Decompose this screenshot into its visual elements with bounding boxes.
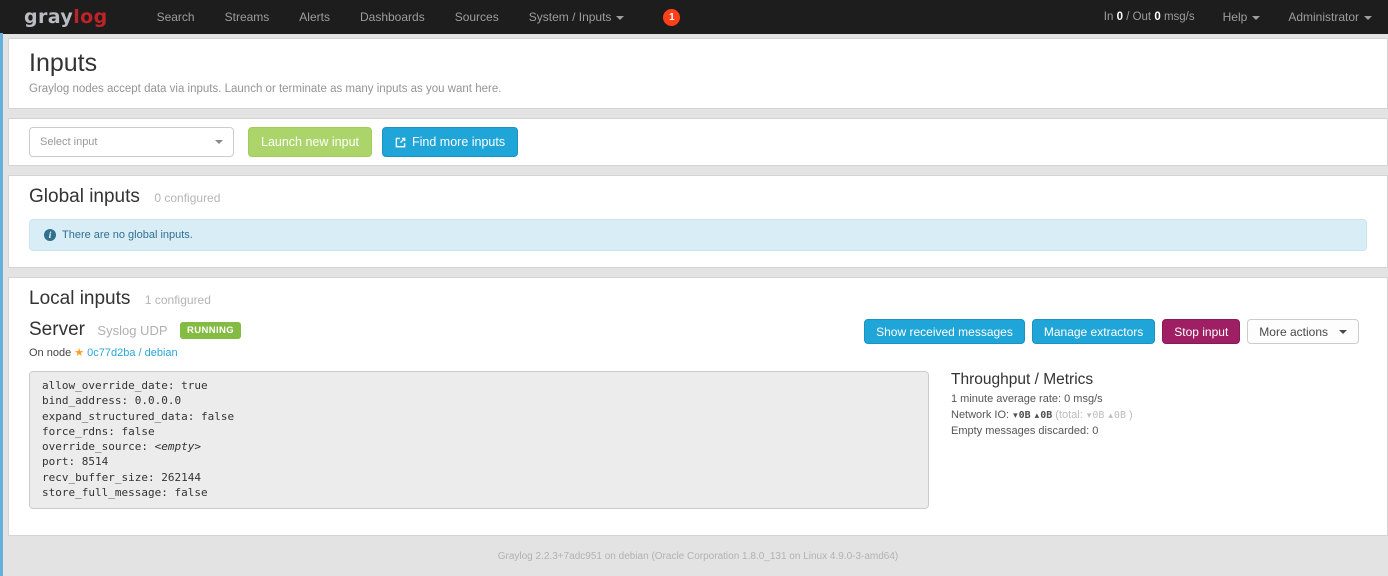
caret-down-icon: ▾ <box>1013 410 1018 420</box>
manage-extractors-label: Manage extractors <box>1044 325 1143 339</box>
no-global-inputs-alert: There are no global inputs. <box>29 219 1367 251</box>
no-global-inputs-text: There are no global inputs. <box>62 229 193 241</box>
input-name: Server <box>29 319 85 340</box>
nav-help-label: Help <box>1223 10 1248 24</box>
node-link[interactable]: 0c77d2ba / debian <box>87 347 178 359</box>
nav-user-menu[interactable]: Administrator <box>1288 10 1372 24</box>
nav-menu: SearchStreamsAlertsDashboardsSourcesSyst… <box>142 10 640 24</box>
throughput-out-label: / Out <box>1126 11 1151 23</box>
node-line: On node 0c77d2ba / debian <box>29 346 241 359</box>
metric-average-rate: 1 minute average rate: 0 msg/s <box>951 392 1133 408</box>
logo-text-log: log <box>73 6 107 28</box>
window-edge-strip <box>0 33 3 576</box>
nav-item-streams[interactable]: Streams <box>210 10 285 24</box>
caret-down-icon <box>1364 16 1372 20</box>
content-container: Inputs Graylog nodes accept data via inp… <box>8 38 1388 562</box>
page-header-panel: Inputs Graylog nodes accept data via inp… <box>8 38 1388 109</box>
more-actions-button[interactable]: More actions <box>1247 319 1359 344</box>
launch-new-input-button[interactable]: Launch new input <box>248 127 372 157</box>
show-received-messages-label: Show received messages <box>876 325 1013 339</box>
page-description: Graylog nodes accept data via inputs. La… <box>29 83 1367 95</box>
network-io-up-value: 0B <box>1040 410 1052 421</box>
info-icon <box>44 229 56 241</box>
input-type-select[interactable]: Select input <box>29 127 234 157</box>
find-more-inputs-label: Find more inputs <box>412 135 505 149</box>
manage-extractors-button[interactable]: Manage extractors <box>1032 319 1155 344</box>
metric-network-io: Network IO:▾0B▴0B (total:▾0B▴0B ) <box>951 408 1133 424</box>
stop-input-label: Stop input <box>1174 325 1228 339</box>
input-configuration-block: allow_override_date: truebind_address: 0… <box>29 371 929 509</box>
nav-item-dashboards[interactable]: Dashboards <box>345 10 440 24</box>
top-navbar: graylog SearchStreamsAlertsDashboardsSou… <box>0 0 1388 34</box>
local-inputs-title: Local inputs <box>29 288 130 309</box>
page-title: Inputs <box>29 49 1367 78</box>
input-body: allow_override_date: truebind_address: 0… <box>29 371 1367 509</box>
launch-input-panel: Select input Launch new input Find more … <box>8 118 1388 166</box>
local-inputs-panel: Local inputs 1 configured Server Syslog … <box>8 277 1388 536</box>
external-link-icon <box>395 137 406 148</box>
network-io-label: Network IO: <box>951 409 1009 421</box>
global-throughput: In 0 / Out 0 msg/s <box>1104 11 1195 23</box>
config-line: override_source: <empty> <box>42 439 916 454</box>
caret-up-icon: ▴ <box>1035 410 1040 420</box>
network-io-total-close: ) <box>1129 409 1133 421</box>
input-header-row: Server Syslog UDP RUNNING On node 0c77d2… <box>29 319 1367 359</box>
network-io-total-down: 0B <box>1092 410 1104 421</box>
footer-version-text: Graylog 2.2.3+7adc951 on debian (Oracle … <box>8 551 1388 562</box>
nav-item-sources[interactable]: Sources <box>440 10 514 24</box>
config-line: recv_buffer_size: 262144 <box>42 470 916 485</box>
star-icon <box>74 347 87 359</box>
navbar-right: In 0 / Out 0 msg/s Help Administrator <box>1104 10 1372 24</box>
input-identity: Server Syslog UDP RUNNING On node 0c77d2… <box>29 319 241 359</box>
nav-help[interactable]: Help <box>1223 10 1261 24</box>
throughput-in-value: 0 <box>1117 11 1123 23</box>
node-prefix: On node <box>29 347 71 359</box>
show-received-messages-button[interactable]: Show received messages <box>864 319 1025 344</box>
throughput-out-value: 0 <box>1154 11 1160 23</box>
config-line: port: 8514 <box>42 454 916 469</box>
status-badge: RUNNING <box>180 322 241 339</box>
network-io-total-up: 0B <box>1114 410 1126 421</box>
caret-up-icon: ▴ <box>1108 410 1113 420</box>
stop-input-button[interactable]: Stop input <box>1162 319 1240 344</box>
config-line: allow_override_date: true <box>42 378 916 393</box>
caret-down-icon <box>616 16 624 20</box>
input-type: Syslog UDP <box>97 323 167 338</box>
caret-down-icon: ▾ <box>1087 410 1092 420</box>
network-io-down-value: 0B <box>1019 410 1031 421</box>
local-inputs-count: 1 configured <box>145 293 211 307</box>
metrics-title: Throughput / Metrics <box>951 371 1133 389</box>
graylog-logo[interactable]: graylog <box>24 6 108 28</box>
metric-empty-discarded: Empty messages discarded: 0 <box>951 424 1133 440</box>
nav-item-system-inputs[interactable]: System / Inputs <box>514 10 640 24</box>
network-io-total: (total:▾0B▴0B ) <box>1055 409 1132 421</box>
nav-user-label: Administrator <box>1288 10 1359 24</box>
global-inputs-count: 0 configured <box>154 191 220 205</box>
launch-new-input-label: Launch new input <box>261 135 359 149</box>
throughput-metrics: Throughput / Metrics 1 minute average ra… <box>951 371 1133 440</box>
nav-item-alerts[interactable]: Alerts <box>284 10 345 24</box>
caret-down-icon <box>215 140 223 144</box>
throughput-in-label: In <box>1104 11 1114 23</box>
global-inputs-panel: Global inputs 0 configured There are no … <box>8 175 1388 268</box>
config-line: force_rdns: false <box>42 424 916 439</box>
input-actions: Show received messages Manage extractors… <box>864 319 1367 344</box>
config-line: store_full_message: false <box>42 485 916 500</box>
caret-down-icon <box>1339 330 1347 334</box>
input-type-select-placeholder: Select input <box>40 136 97 148</box>
throughput-unit: msg/s <box>1164 11 1195 23</box>
caret-down-icon <box>1252 16 1260 20</box>
config-line: bind_address: 0.0.0.0 <box>42 393 916 408</box>
more-actions-label: More actions <box>1259 325 1328 339</box>
notification-badge[interactable]: 1 <box>663 9 680 26</box>
config-line: expand_structured_data: false <box>42 409 916 424</box>
find-more-inputs-button[interactable]: Find more inputs <box>382 127 518 157</box>
nav-item-search[interactable]: Search <box>142 10 210 24</box>
network-io-total-label: (total: <box>1055 409 1083 421</box>
global-inputs-title: Global inputs <box>29 186 140 207</box>
logo-text-gray: gray <box>24 6 73 28</box>
